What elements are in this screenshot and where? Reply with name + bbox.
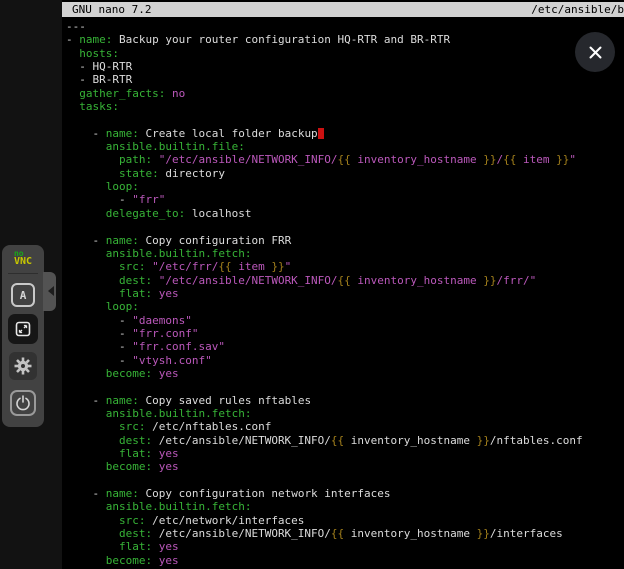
- editor-line: loop:: [66, 300, 624, 313]
- nano-titlebar: GNU nano 7.2 /etc/ansible/b: [62, 2, 624, 17]
- editor-line: path: "/etc/ansible/NETWORK_INFO/{{ inve…: [66, 153, 624, 166]
- vnc-screen: no VNC A: [0, 0, 624, 569]
- editor-line: - HQ-RTR: [66, 60, 624, 73]
- editor-line: [66, 220, 624, 233]
- keyboard-a-icon: A: [20, 289, 27, 302]
- editor-line: - name: Backup your router configuration…: [66, 33, 624, 46]
- editor-line: - name: Copy configuration network inter…: [66, 487, 624, 500]
- fullscreen-icon: [14, 320, 32, 338]
- gear-icon: [13, 356, 33, 376]
- nano-editor[interactable]: ---- name: Backup your router configurat…: [66, 20, 624, 569]
- editor-line: tasks:: [66, 100, 624, 113]
- editor-line: become: yes: [66, 367, 624, 380]
- text-cursor: [318, 128, 324, 139]
- close-button[interactable]: [575, 32, 615, 72]
- nano-filepath: /etc/ansible/b: [531, 2, 624, 17]
- editor-line: flat: yes: [66, 540, 624, 553]
- novnc-sidebar: no VNC A: [0, 0, 62, 569]
- editor-line: ansible.builtin.file:: [66, 140, 624, 153]
- editor-line: dest: /etc/ansible/NETWORK_INFO/{{ inven…: [66, 434, 624, 447]
- editor-line: - "frr": [66, 193, 624, 206]
- terminal: GNU nano 7.2 /etc/ansible/b ---- name: B…: [62, 0, 624, 569]
- editor-line: [66, 474, 624, 487]
- control-bar-handle[interactable]: [43, 272, 56, 311]
- collapse-arrow-icon: [48, 286, 54, 296]
- editor-line: - name: Copy configuration FRR: [66, 234, 624, 247]
- editor-line: src: /etc/nftables.conf: [66, 420, 624, 433]
- editor-line: hosts:: [66, 47, 624, 60]
- editor-line: [66, 113, 624, 126]
- editor-line: - BR-RTR: [66, 73, 624, 86]
- editor-line: - "frr.conf.sav": [66, 340, 624, 353]
- editor-line: flat: yes: [66, 287, 624, 300]
- editor-line: state: directory: [66, 167, 624, 180]
- editor-line: loop:: [66, 180, 624, 193]
- extra-keys-button[interactable]: A: [11, 283, 35, 307]
- power-button[interactable]: [10, 390, 36, 416]
- settings-button[interactable]: [9, 352, 37, 380]
- fullscreen-button[interactable]: [8, 314, 38, 344]
- sidebar-divider: [8, 273, 38, 274]
- nano-version: GNU nano 7.2: [72, 2, 151, 17]
- editor-line: flat: yes: [66, 447, 624, 460]
- editor-line: gather_facts: no: [66, 87, 624, 100]
- editor-line: delegate_to: localhost: [66, 207, 624, 220]
- editor-line: ---: [66, 20, 624, 33]
- editor-line: - name: Copy saved rules nftables: [66, 394, 624, 407]
- editor-line: dest: "/etc/ansible/NETWORK_INFO/{{ inve…: [66, 274, 624, 287]
- editor-line: [66, 380, 624, 393]
- close-icon: [588, 45, 603, 60]
- editor-line: become: yes: [66, 554, 624, 567]
- editor-line: ansible.builtin.fetch:: [66, 407, 624, 420]
- editor-line: - "frr.conf": [66, 327, 624, 340]
- novnc-control-bar: no VNC A: [2, 245, 44, 427]
- editor-line: - name: Create local folder backup: [66, 127, 624, 140]
- novnc-logo: no VNC: [14, 250, 32, 267]
- editor-line: src: "/etc/frr/{{ item }}": [66, 260, 624, 273]
- editor-line: - "vtysh.conf": [66, 354, 624, 367]
- editor-line: - "daemons": [66, 314, 624, 327]
- editor-line: ansible.builtin.fetch:: [66, 500, 624, 513]
- editor-line: dest: /etc/ansible/NETWORK_INFO/{{ inven…: [66, 527, 624, 540]
- power-icon: [15, 395, 31, 411]
- novnc-logo-vnc: VNC: [14, 257, 32, 267]
- editor-line: src: /etc/network/interfaces: [66, 514, 624, 527]
- editor-line: ansible.builtin.fetch:: [66, 247, 624, 260]
- editor-line: become: yes: [66, 460, 624, 473]
